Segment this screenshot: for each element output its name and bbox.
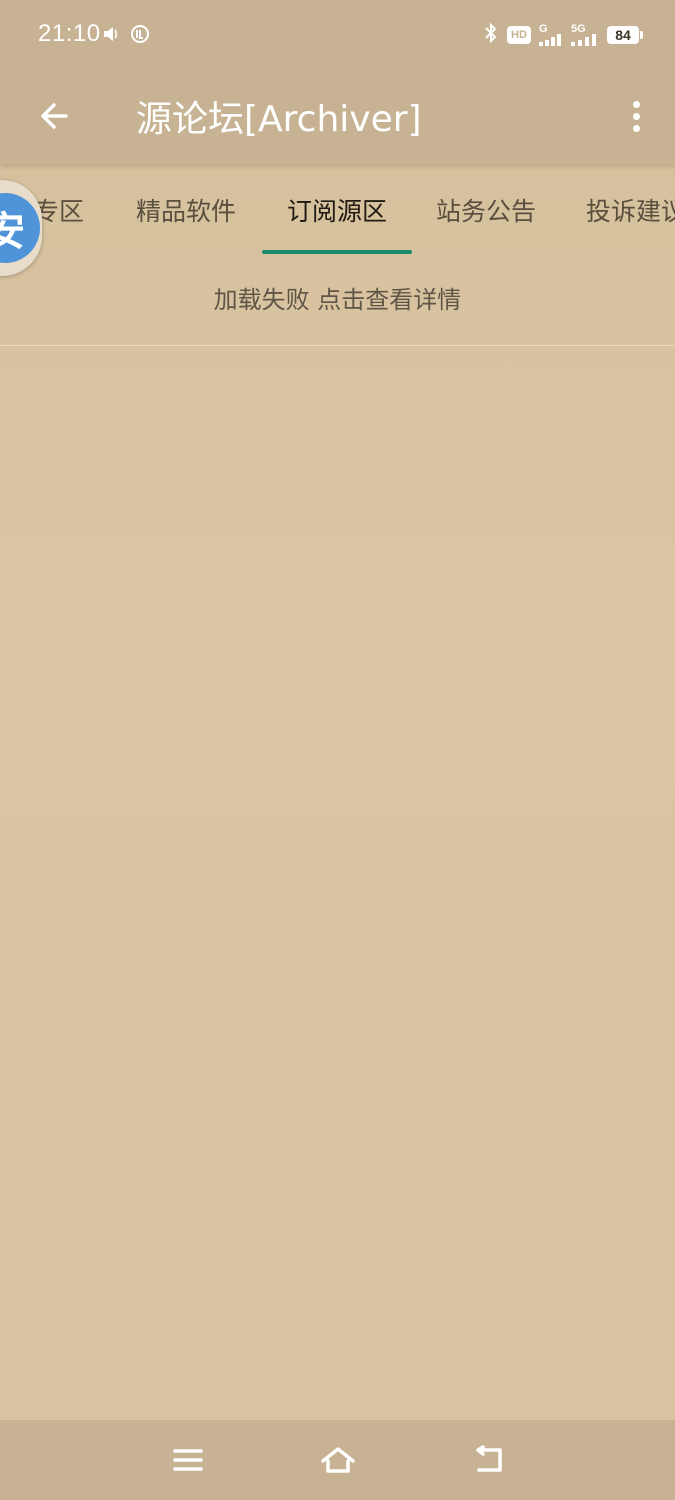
sim1-network-label: G <box>539 22 548 35</box>
sim2-network-label: 5G <box>571 22 586 35</box>
return-icon <box>476 1445 502 1472</box>
tab-site-announcements[interactable]: 站务公告 <box>436 192 536 228</box>
tab-complaints-suggestions[interactable]: 投诉建议 <box>586 192 675 228</box>
back-button[interactable] <box>30 92 78 140</box>
status-bar: 21:10 HD G 5G 84 <box>0 0 675 72</box>
battery-level: 84 <box>615 26 631 43</box>
status-left-icons <box>102 24 150 48</box>
more-options-button[interactable] <box>621 92 651 140</box>
back-system-button[interactable] <box>466 1438 510 1482</box>
assistant-icon-char: 安 <box>0 209 25 255</box>
home-icon <box>321 1447 355 1473</box>
signal-sim1: G <box>539 22 563 46</box>
load-error-message[interactable]: 加载失败 点击查看详情 <box>0 280 675 315</box>
recent-apps-button[interactable] <box>166 1438 210 1482</box>
tab-premium-software[interactable]: 精品软件 <box>136 192 236 228</box>
divider <box>0 345 675 346</box>
status-right: HD G 5G 84 <box>483 22 643 47</box>
system-nav-bar <box>0 1420 675 1500</box>
tab-subscription-source[interactable]: 订阅源区 <box>287 192 387 228</box>
volume-icon <box>102 25 120 47</box>
menu-icon <box>173 1449 203 1471</box>
forum-tabs: 技术专区 精品软件 订阅源区 站务公告 投诉建议 <box>0 164 675 258</box>
app-bar: 源论坛[Archiver] <box>0 72 675 164</box>
home-button[interactable] <box>316 1438 360 1482</box>
screen: 21:10 HD G 5G 84 源论坛[Archiver] 专区 精品软件 订… <box>0 0 675 1500</box>
page-title: 源论坛[Archiver] <box>136 99 422 140</box>
signal-sim2: 5G <box>571 22 599 46</box>
more-dot-icon <box>632 100 640 108</box>
hd-icon: HD <box>507 25 531 44</box>
status-time: 21:10 <box>38 20 101 47</box>
hd-call-icon <box>130 24 150 48</box>
back-arrow-icon <box>41 103 68 129</box>
battery-indicator: 84 <box>607 25 643 44</box>
more-dot-icon <box>632 112 640 120</box>
bluetooth-icon <box>483 22 499 47</box>
assistant-icon: 安 <box>0 193 40 263</box>
more-dot-icon <box>632 124 640 132</box>
tab-active-indicator <box>262 250 412 254</box>
